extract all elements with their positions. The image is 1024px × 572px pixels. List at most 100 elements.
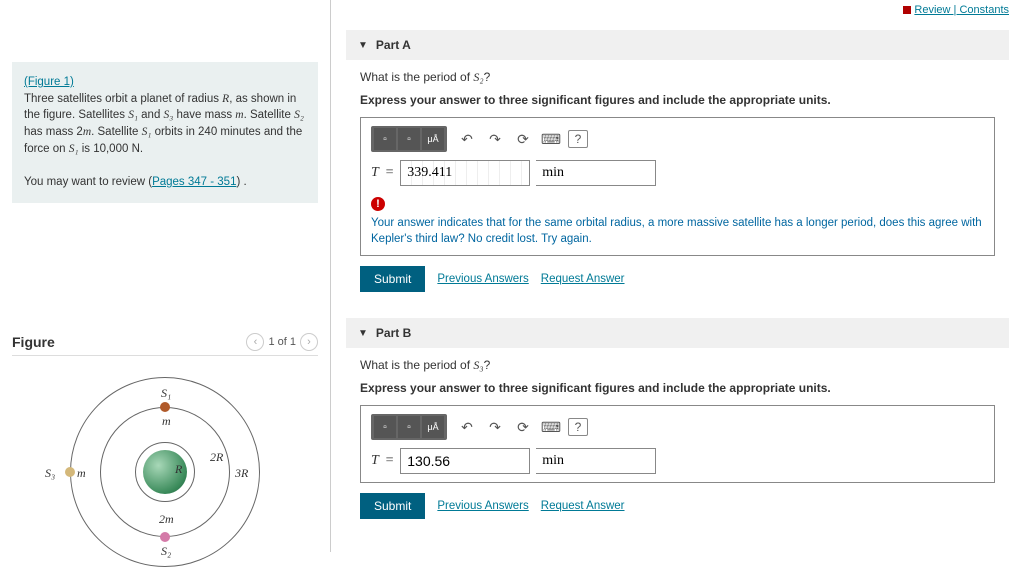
part-b-answer-box: ▫ ▫ μÅ ↶ ↷ ⟳ ⌨ ? T = — [360, 405, 995, 483]
part-a-question: What is the period of S₂? — [360, 70, 995, 85]
label-2R: 2R — [210, 450, 223, 465]
greek-button[interactable]: μÅ — [422, 416, 444, 438]
part-a-value-input[interactable] — [400, 160, 530, 186]
text: . Satellite — [244, 109, 295, 121]
constants-link[interactable]: Constants — [959, 4, 1009, 16]
label-s2: S₂ — [161, 544, 171, 559]
text: Three satellites orbit a planet of radiu… — [24, 93, 222, 105]
part-a-submit-button[interactable]: Submit — [360, 266, 425, 292]
label-m1: m — [162, 414, 171, 429]
redo-button[interactable]: ↷ — [484, 128, 506, 150]
var-m2: m — [83, 126, 91, 138]
part-a-answer-box: ▫ ▫ μÅ ↶ ↷ ⟳ ⌨ ? T = — [360, 117, 995, 256]
eq-lhs: T — [371, 453, 379, 469]
figure-nav: ‹ 1 of 1 › — [246, 333, 318, 351]
part-b-value-input[interactable] — [400, 448, 530, 474]
page-root: (Figure 1) Three satellites orbit a plan… — [0, 0, 1024, 552]
figure-diagram: S₁ m 2m S₂ S₃ m R 2R 3R — [35, 362, 295, 572]
label-2m: 2m — [159, 512, 174, 527]
template-1-button[interactable]: ▫ — [374, 128, 396, 150]
text: has mass 2 — [24, 126, 83, 138]
var-S1b: S₁ — [142, 126, 152, 138]
part-a-title: Part A — [376, 38, 411, 52]
text: have mass — [173, 109, 235, 121]
label-s1: S₁ — [161, 386, 171, 401]
part-b-question: What is the period of S₃? — [360, 358, 995, 373]
var-S1: S₁ — [128, 109, 138, 121]
var-S2: S₂ — [294, 109, 304, 121]
label-s3: S₃ — [45, 466, 55, 481]
label-R: R — [175, 462, 182, 477]
collapse-icon: ▼ — [358, 328, 368, 339]
undo-button[interactable]: ↶ — [456, 128, 478, 150]
text: ? — [484, 358, 491, 372]
text: is 10,000 N. — [79, 143, 144, 155]
eq-lhs: T — [371, 165, 379, 181]
help-button[interactable]: ? — [568, 418, 588, 436]
part-b-answer-row: T = — [371, 448, 984, 474]
reset-button[interactable]: ⟳ — [512, 128, 534, 150]
label-m3: m — [77, 466, 86, 481]
left-column: (Figure 1) Three satellites orbit a plan… — [0, 0, 330, 552]
figure-next-button[interactable]: › — [300, 333, 318, 351]
template-2-button[interactable]: ▫ — [398, 416, 420, 438]
figure-counter: 1 of 1 — [268, 336, 296, 348]
part-a: ▼ Part A What is the period of S₂? Expre… — [346, 30, 1009, 304]
problem-statement: (Figure 1) Three satellites orbit a plan… — [12, 62, 318, 203]
figure-title: Figure — [12, 334, 55, 350]
greek-button[interactable]: μÅ — [422, 128, 444, 150]
figure-section: Figure ‹ 1 of 1 › S₁ m — [12, 333, 318, 572]
pages-link[interactable]: Pages 347 - 351 — [152, 176, 236, 188]
part-a-previous-answers-link[interactable]: Previous Answers — [437, 273, 528, 285]
undo-button[interactable]: ↶ — [456, 416, 478, 438]
keyboard-button[interactable]: ⌨ — [540, 416, 562, 438]
part-b: ▼ Part B What is the period of S₃? Expre… — [346, 318, 1009, 531]
reset-button[interactable]: ⟳ — [512, 416, 534, 438]
part-a-request-answer-link[interactable]: Request Answer — [541, 273, 625, 285]
right-column: Review | Constants ▼ Part A What is the … — [331, 0, 1024, 552]
collapse-icon: ▼ — [358, 40, 368, 51]
part-a-feedback: ! Your answer indicates that for the sam… — [371, 196, 984, 247]
feedback-text: Your answer indicates that for the same … — [371, 217, 982, 245]
part-b-previous-answers-link[interactable]: Previous Answers — [437, 500, 528, 512]
figure-viewport[interactable]: S₁ m 2m S₂ S₃ m R 2R 3R — [12, 362, 318, 572]
figure-link[interactable]: (Figure 1) — [24, 76, 74, 88]
figure-prev-button[interactable]: ‹ — [246, 333, 264, 351]
satellite-s2 — [160, 532, 170, 542]
text: You may want to review ( — [24, 176, 152, 188]
keyboard-button[interactable]: ⌨ — [540, 128, 562, 150]
part-b-submit-button[interactable]: Submit — [360, 493, 425, 519]
template-tools: ▫ ▫ μÅ — [371, 126, 447, 152]
text: What is the period of — [360, 70, 473, 84]
template-tools: ▫ ▫ μÅ — [371, 414, 447, 440]
toolbar: ▫ ▫ μÅ ↶ ↷ ⟳ ⌨ ? — [371, 414, 984, 440]
toolbar: ▫ ▫ μÅ ↶ ↷ ⟳ ⌨ ? — [371, 126, 984, 152]
part-a-body: What is the period of S₂? Express your a… — [346, 60, 1009, 304]
part-a-header[interactable]: ▼ Part A — [346, 30, 1009, 60]
text: . Satellite — [91, 126, 142, 138]
template-1-button[interactable]: ▫ — [374, 416, 396, 438]
text: What is the period of — [360, 358, 473, 372]
help-button[interactable]: ? — [568, 130, 588, 148]
part-a-actions: Submit Previous Answers Request Answer — [360, 266, 995, 292]
figure-header: Figure ‹ 1 of 1 › — [12, 333, 318, 356]
template-2-button[interactable]: ▫ — [398, 128, 420, 150]
satellite-s3 — [65, 467, 75, 477]
text: and — [138, 109, 164, 121]
var-S3: S₃ — [164, 109, 174, 121]
part-b-body: What is the period of S₃? Express your a… — [346, 348, 1009, 531]
var-m: m — [235, 109, 243, 121]
alert-icon: ! — [371, 197, 385, 211]
part-a-instruct: Express your answer to three significant… — [360, 93, 995, 107]
part-b-header[interactable]: ▼ Part B — [346, 318, 1009, 348]
part-a-unit-input[interactable] — [536, 160, 656, 186]
label-3R: 3R — [235, 466, 248, 481]
part-b-request-answer-link[interactable]: Request Answer — [541, 500, 625, 512]
eq-eq: = — [385, 453, 394, 469]
review-link[interactable]: Review — [914, 4, 950, 16]
eq-eq: = — [385, 165, 394, 181]
part-b-unit-input[interactable] — [536, 448, 656, 474]
satellite-s1 — [160, 402, 170, 412]
redo-button[interactable]: ↷ — [484, 416, 506, 438]
text: ? — [484, 70, 491, 84]
